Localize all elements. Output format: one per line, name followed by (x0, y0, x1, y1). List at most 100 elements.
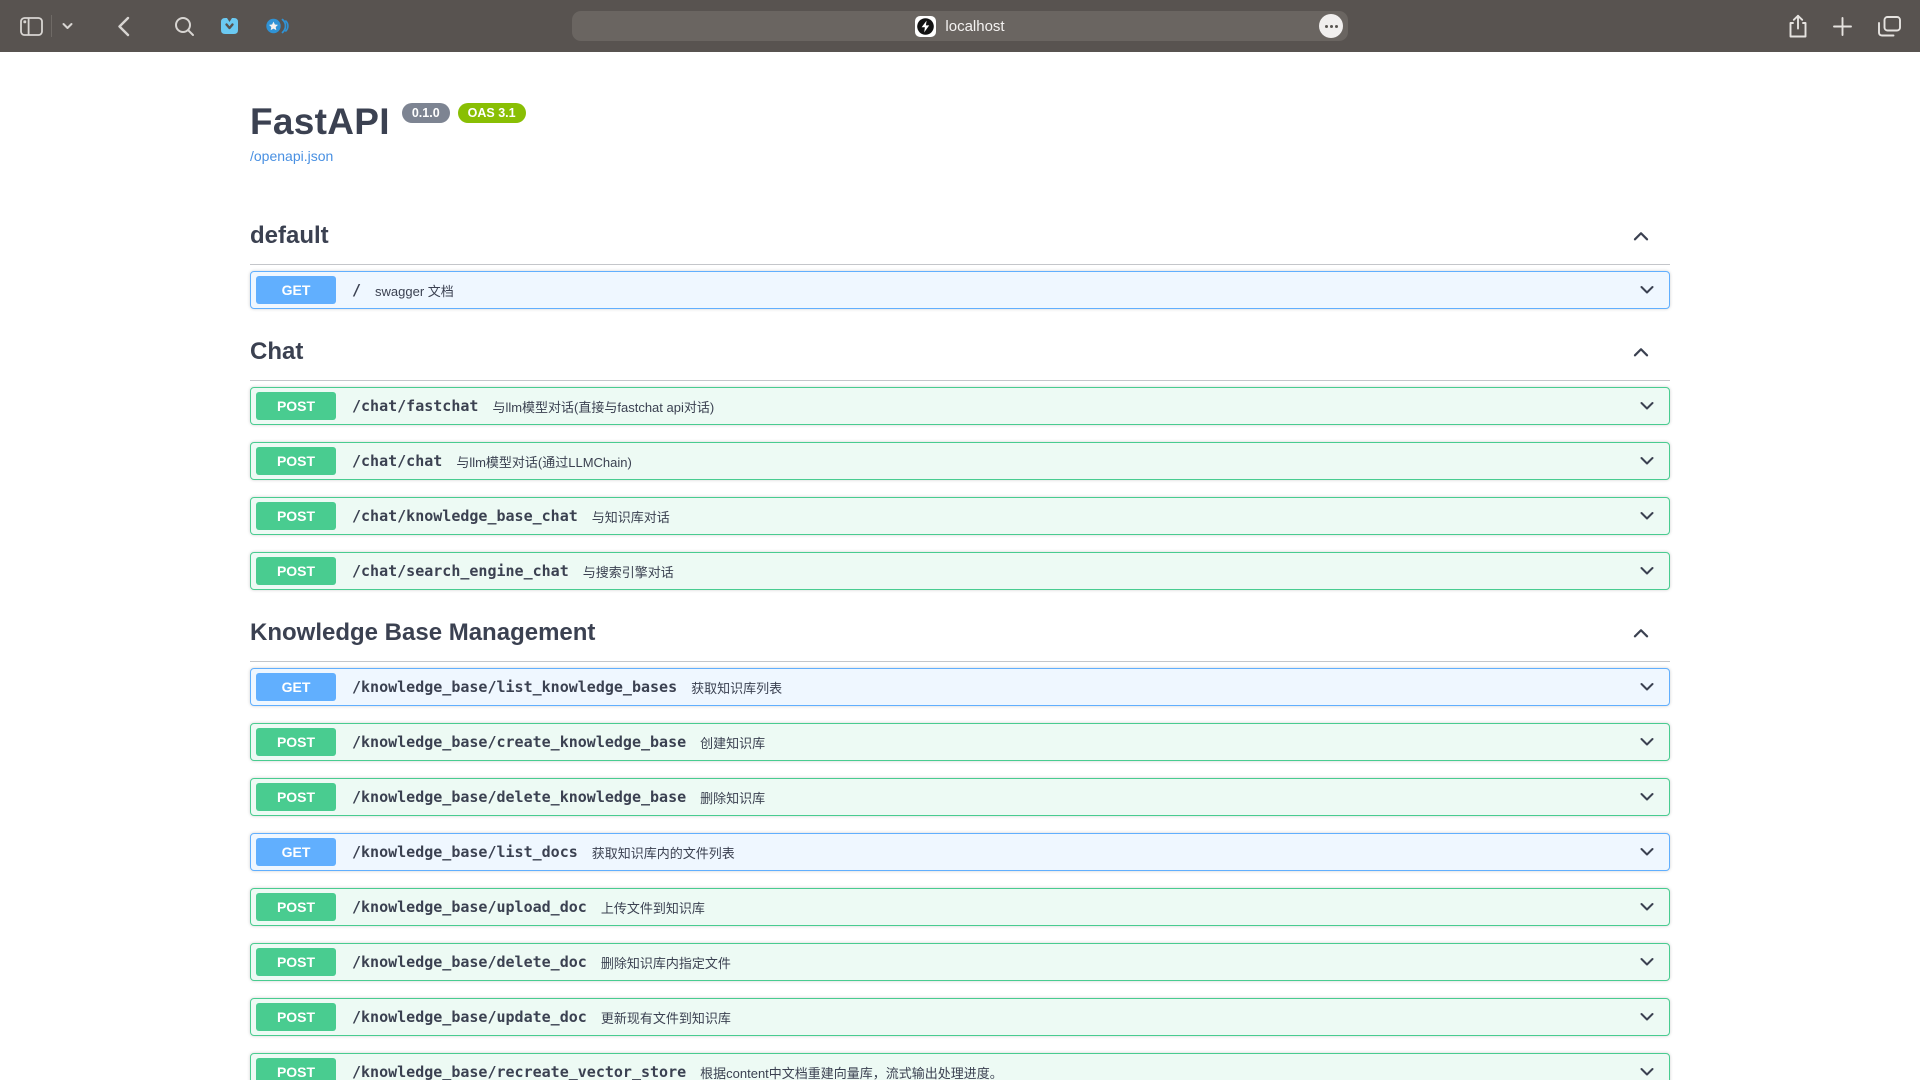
endpoint-path: / (352, 281, 361, 299)
section-operations: GET /knowledge_base/list_knowledge_bases… (250, 668, 1670, 1080)
new-tab-icon[interactable] (1832, 16, 1853, 37)
endpoint-summary: 与搜索引擎对话 (583, 562, 674, 581)
expand-endpoint-icon[interactable] (1637, 1062, 1657, 1080)
back-icon[interactable] (117, 16, 130, 37)
endpoint-row[interactable]: POST /knowledge_base/update_doc 更新现有文件到知… (250, 998, 1670, 1036)
endpoint-summary: 与llm模型对话(通过LLMChain) (456, 452, 632, 471)
section-header[interactable]: default (250, 210, 1670, 265)
endpoint-row[interactable]: GET /knowledge_base/list_docs 获取知识库内的文件列… (250, 833, 1670, 871)
share-icon[interactable] (1788, 14, 1808, 39)
expand-endpoint-icon[interactable] (1637, 280, 1657, 300)
method-badge: GET (256, 673, 336, 701)
expand-endpoint-icon[interactable] (1637, 506, 1657, 526)
collapse-section-icon[interactable] (1630, 341, 1652, 363)
expand-endpoint-icon[interactable] (1637, 787, 1657, 807)
endpoint-path: /chat/search_engine_chat (352, 562, 569, 580)
endpoint-summary: 获取知识库列表 (691, 678, 782, 697)
endpoint-row[interactable]: GET / swagger 文档 (250, 271, 1670, 309)
api-sections: default GET / swagger 文档 Chat POST /chat… (250, 210, 1670, 1080)
site-favicon (915, 16, 936, 37)
bookmark-extension-icon[interactable] (217, 14, 242, 38)
endpoint-summary: 与知识库对话 (592, 507, 670, 526)
endpoint-path: /knowledge_base/recreate_vector_store (352, 1063, 686, 1080)
section-title: Chat (250, 338, 303, 366)
endpoint-path: /knowledge_base/delete_doc (352, 953, 587, 971)
expand-endpoint-icon[interactable] (1637, 732, 1657, 752)
section-operations: POST /chat/fastchat 与llm模型对话(直接与fastchat… (250, 387, 1670, 590)
method-badge: POST (256, 502, 336, 530)
section-title: Knowledge Base Management (250, 619, 595, 647)
endpoint-summary: 创建知识库 (700, 733, 765, 752)
expand-endpoint-icon[interactable] (1637, 952, 1657, 972)
chevron-down-icon[interactable] (62, 22, 73, 30)
endpoint-row[interactable]: POST /chat/chat 与llm模型对话(通过LLMChain) (250, 442, 1670, 480)
tabs-overview-icon[interactable] (1877, 15, 1902, 38)
endpoint-row[interactable]: POST /chat/search_engine_chat 与搜索引擎对话 (250, 552, 1670, 590)
expand-endpoint-icon[interactable] (1637, 842, 1657, 862)
endpoint-summary: 根据content中文档重建向量库，流式输出处理进度。 (700, 1063, 1003, 1080)
endpoint-row[interactable]: GET /knowledge_base/list_knowledge_bases… (250, 668, 1670, 706)
rings-extension-icon[interactable] (264, 15, 291, 37)
openapi-json-link[interactable]: /openapi.json (250, 148, 333, 164)
endpoint-path: /knowledge_base/list_knowledge_bases (352, 678, 677, 696)
method-badge: POST (256, 1003, 336, 1031)
endpoint-path: /chat/knowledge_base_chat (352, 507, 578, 525)
method-badge: POST (256, 557, 336, 585)
expand-endpoint-icon[interactable] (1637, 897, 1657, 917)
section-header[interactable]: Chat (250, 326, 1670, 381)
sidebar-icon[interactable] (20, 17, 43, 36)
method-badge: POST (256, 392, 336, 420)
version-badge: 0.1.0 (402, 103, 450, 123)
method-badge: POST (256, 948, 336, 976)
endpoint-path: /knowledge_base/create_knowledge_base (352, 733, 686, 751)
endpoint-path: /knowledge_base/upload_doc (352, 898, 587, 916)
endpoint-summary: 更新现有文件到知识库 (601, 1008, 731, 1027)
expand-endpoint-icon[interactable] (1637, 1007, 1657, 1027)
endpoint-row[interactable]: POST /chat/knowledge_base_chat 与知识库对话 (250, 497, 1670, 535)
api-section: Chat POST /chat/fastchat 与llm模型对话(直接与fas… (250, 326, 1670, 590)
more-options-icon[interactable] (1319, 14, 1343, 38)
endpoint-summary: swagger 文档 (375, 281, 454, 300)
section-operations: GET / swagger 文档 (250, 271, 1670, 309)
section-title: default (250, 222, 329, 250)
endpoint-row[interactable]: POST /knowledge_base/upload_doc 上传文件到知识库 (250, 888, 1670, 926)
endpoint-summary: 删除知识库内指定文件 (601, 953, 731, 972)
endpoint-summary: 删除知识库 (700, 788, 765, 807)
toolbar-divider (51, 15, 52, 37)
endpoint-summary: 上传文件到知识库 (601, 898, 705, 917)
address-bar[interactable]: localhost (572, 11, 1348, 41)
api-title: FastAPI (250, 100, 390, 144)
endpoint-path: /knowledge_base/update_doc (352, 1008, 587, 1026)
browser-toolbar: localhost (0, 0, 1920, 52)
expand-endpoint-icon[interactable] (1637, 451, 1657, 471)
endpoint-summary: 与llm模型对话(直接与fastchat api对话) (492, 397, 714, 416)
method-badge: GET (256, 838, 336, 866)
expand-endpoint-icon[interactable] (1637, 396, 1657, 416)
endpoint-row[interactable]: POST /knowledge_base/create_knowledge_ba… (250, 723, 1670, 761)
endpoint-row[interactable]: POST /knowledge_base/recreate_vector_sto… (250, 1053, 1670, 1080)
method-badge: POST (256, 447, 336, 475)
url-text: localhost (945, 18, 1004, 35)
swagger-ui-page: FastAPI 0.1.0 OAS 3.1 /openapi.json defa… (0, 52, 1920, 1080)
endpoint-summary: 获取知识库内的文件列表 (592, 843, 735, 862)
method-badge: POST (256, 728, 336, 756)
endpoint-row[interactable]: POST /knowledge_base/delete_doc 删除知识库内指定… (250, 943, 1670, 981)
endpoint-row[interactable]: POST /knowledge_base/delete_knowledge_ba… (250, 778, 1670, 816)
collapse-section-icon[interactable] (1630, 622, 1652, 644)
section-header[interactable]: Knowledge Base Management (250, 607, 1670, 662)
endpoint-path: /chat/chat (352, 452, 442, 470)
method-badge: POST (256, 893, 336, 921)
api-section: default GET / swagger 文档 (250, 210, 1670, 309)
endpoint-path: /knowledge_base/list_docs (352, 843, 578, 861)
endpoint-path: /chat/fastchat (352, 397, 478, 415)
method-badge: GET (256, 276, 336, 304)
collapse-section-icon[interactable] (1630, 225, 1652, 247)
method-badge: POST (256, 783, 336, 811)
expand-endpoint-icon[interactable] (1637, 677, 1657, 697)
method-badge: POST (256, 1058, 336, 1080)
swagger-content: FastAPI 0.1.0 OAS 3.1 /openapi.json defa… (250, 52, 1670, 1080)
expand-endpoint-icon[interactable] (1637, 561, 1657, 581)
api-section: Knowledge Base Management GET /knowledge… (250, 607, 1670, 1080)
endpoint-row[interactable]: POST /chat/fastchat 与llm模型对话(直接与fastchat… (250, 387, 1670, 425)
search-icon[interactable] (174, 16, 195, 37)
